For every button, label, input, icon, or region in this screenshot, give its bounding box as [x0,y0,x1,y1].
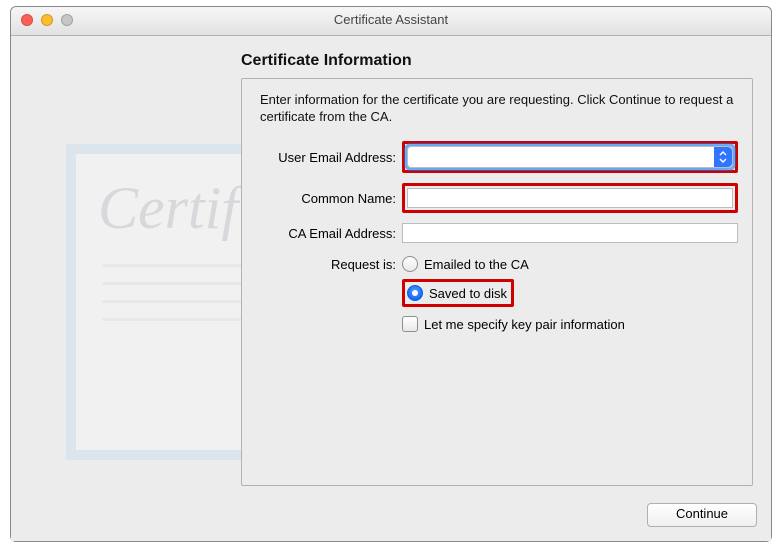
title-bar: Certificate Assistant [11,7,771,36]
row-saved: Saved to disk [256,279,738,307]
row-request-is: Request is: Emailed to the CA [256,253,738,275]
label-user-email: User Email Address: [256,150,402,165]
content-area: Certificate Certificate Information Ente… [11,36,771,541]
continue-button[interactable]: Continue [647,503,757,527]
radio-saved[interactable]: Saved to disk [405,282,511,304]
common-name-input[interactable] [407,188,733,208]
chevron-down-icon [714,147,732,167]
label-request-is: Request is: [256,257,402,272]
radio-emailed-label: Emailed to the CA [424,257,529,272]
page-heading: Certificate Information [241,52,412,70]
radio-circle-icon [402,256,418,272]
highlight-user-email [402,141,738,173]
checkbox-icon [402,316,418,332]
checkbox-let-me-specify[interactable]: Let me specify key pair information [402,313,625,335]
row-ca-email: CA Email Address: [256,223,738,243]
intro-text: Enter information for the certificate yo… [260,91,734,125]
form-panel: Enter information for the certificate yo… [241,78,753,486]
highlight-saved: Saved to disk [402,279,514,307]
window-title: Certificate Assistant [11,12,771,27]
row-common-name: Common Name: [256,183,738,213]
user-email-combobox[interactable] [407,146,733,168]
window-frame: Certificate Assistant Certificate Certif… [10,6,772,542]
radio-emailed[interactable]: Emailed to the CA [402,253,529,275]
checkbox-let-me-specify-label: Let me specify key pair information [424,317,625,332]
row-let-me-specify: Let me specify key pair information [256,313,738,335]
label-ca-email: CA Email Address: [256,226,402,241]
row-user-email: User Email Address: [256,141,738,173]
highlight-common-name [402,183,738,213]
label-common-name: Common Name: [256,191,402,206]
radio-saved-label: Saved to disk [429,286,507,301]
radio-selected-icon [407,285,423,301]
ca-email-input[interactable] [402,223,738,243]
